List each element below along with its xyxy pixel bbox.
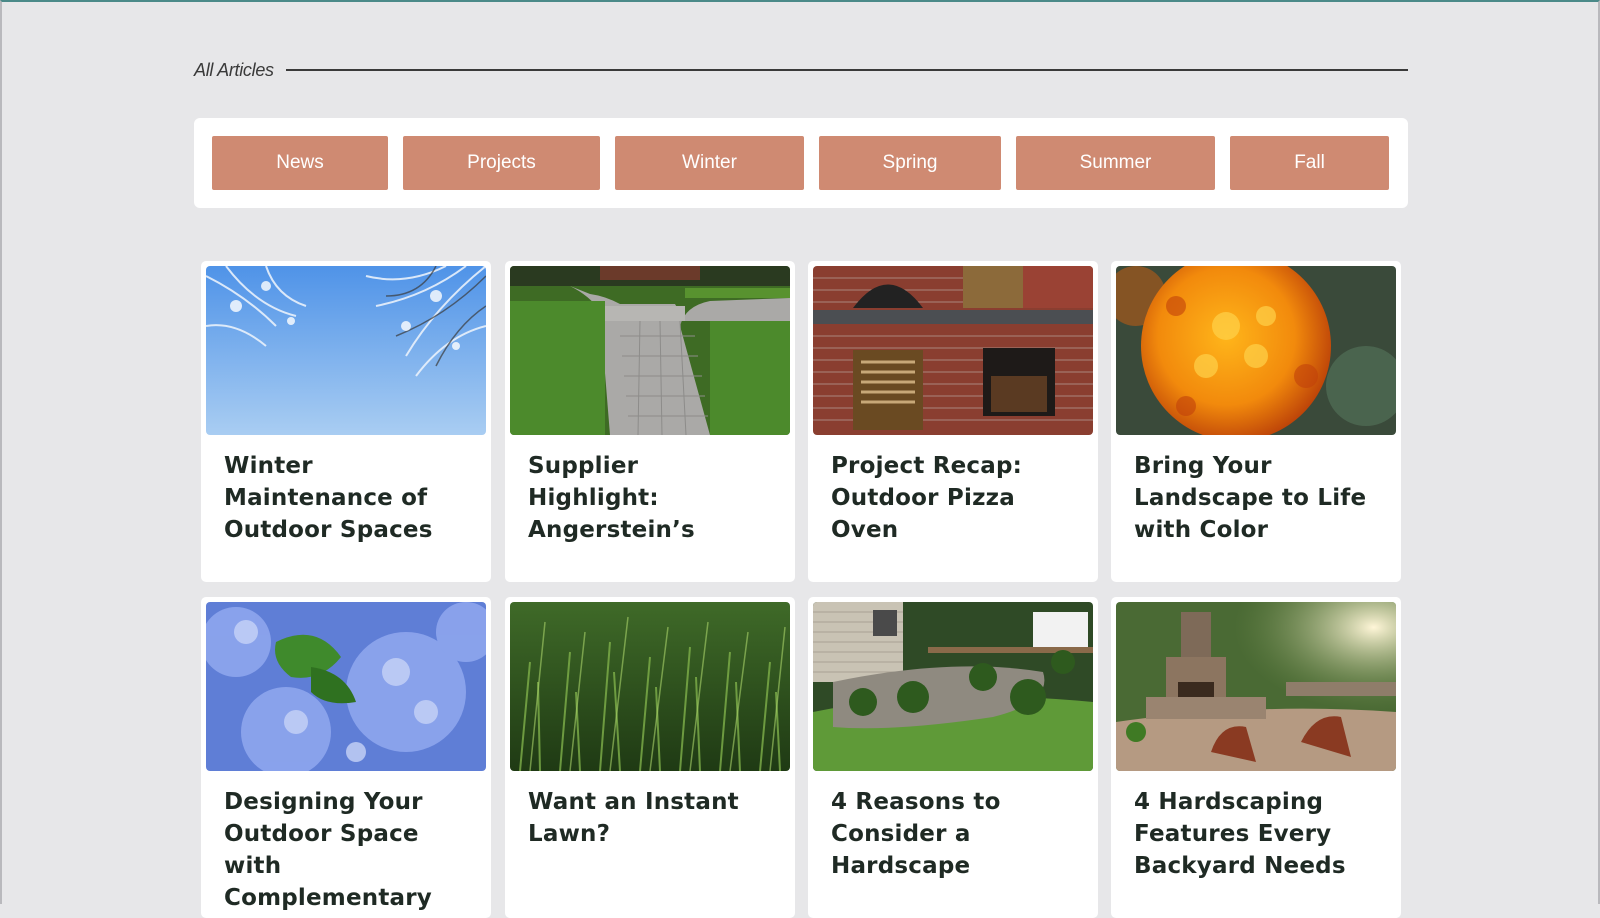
article-title[interactable]: Project Recap: Outdoor Pizza Oven (831, 450, 1078, 546)
article-title[interactable]: Winter Maintenance of Outdoor Spaces (224, 450, 471, 546)
article-title[interactable]: Bring Your Landscape to Life with Color (1134, 450, 1381, 546)
article-card[interactable]: Bring Your Landscape to Life with Color (1111, 261, 1401, 582)
article-card[interactable]: Project Recap: Outdoor Pizza Oven (808, 261, 1098, 582)
section-divider (285, 69, 1408, 71)
article-card[interactable]: Supplier Highlight: Angerstein’s (505, 261, 795, 582)
category-filter-bar: News Projects Winter Spring Summer Fall (194, 118, 1408, 208)
article-image-hydrangea[interactable] (206, 602, 486, 771)
filter-summer-button[interactable]: Summer (1016, 136, 1215, 190)
article-card[interactable]: 4 Reasons to Consider a Hardscape (808, 597, 1098, 918)
article-image-fireplace-patio[interactable] (1116, 602, 1396, 771)
filter-projects-button[interactable]: Projects (403, 136, 600, 190)
article-title[interactable]: 4 Reasons to Consider a Hardscape (831, 786, 1078, 882)
filter-news-button[interactable]: News (212, 136, 388, 190)
section-header: All Articles (194, 55, 1408, 85)
article-card[interactable]: Winter Maintenance of Outdoor Spaces (201, 261, 491, 582)
article-card[interactable]: 4 Hardscaping Features Every Backyard Ne… (1111, 597, 1401, 918)
filter-winter-button[interactable]: Winter (615, 136, 804, 190)
article-image-grass[interactable] (510, 602, 790, 771)
article-title[interactable]: Want an Instant Lawn? (528, 786, 775, 850)
article-image-pizza-oven[interactable] (813, 266, 1093, 435)
article-title[interactable]: Designing Your Outdoor Space with Comple… (224, 786, 471, 918)
article-image-hardscape-garden[interactable] (813, 602, 1093, 771)
filter-fall-button[interactable]: Fall (1230, 136, 1389, 190)
section-title: All Articles (194, 59, 274, 80)
article-image-winter[interactable] (206, 266, 486, 435)
article-image-walkway[interactable] (510, 266, 790, 435)
article-title[interactable]: Supplier Highlight: Angerstein’s (528, 450, 775, 546)
article-title[interactable]: 4 Hardscaping Features Every Backyard Ne… (1134, 786, 1381, 882)
filter-spring-button[interactable]: Spring (819, 136, 1001, 190)
article-image-marigold[interactable] (1116, 266, 1396, 435)
article-card[interactable]: Designing Your Outdoor Space with Comple… (201, 597, 491, 918)
article-card[interactable]: Want an Instant Lawn? (505, 597, 795, 918)
